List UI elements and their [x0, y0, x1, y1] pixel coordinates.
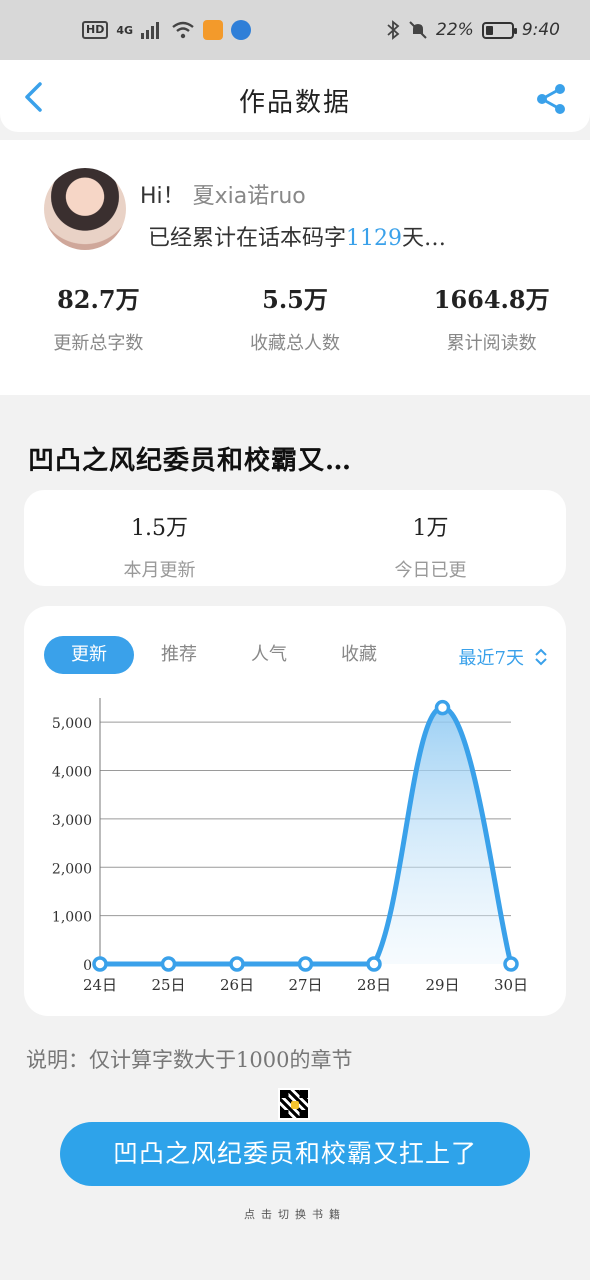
stat-total-words: 82.7万 更新总字数	[0, 280, 197, 355]
x-tick-label: 25日	[151, 976, 185, 994]
chart-card: 更新 推荐 人气 收藏 最近7天 0 1,000 2,000 3,000 4,000 5,…	[24, 606, 566, 1016]
mute-bell-icon	[409, 21, 427, 39]
range-select[interactable]: 最近7天	[459, 644, 548, 670]
greeting: Hi！ 夏xia诺ruo	[140, 178, 306, 210]
tab-favorites[interactable]: 收藏	[314, 636, 404, 674]
x-tick-label: 24日	[83, 976, 117, 994]
x-tick-label: 30日	[494, 976, 528, 994]
stat-label: 累计阅读数	[446, 333, 537, 354]
wifi-icon	[172, 21, 194, 39]
data-point	[366, 956, 382, 972]
app-notification-icon-2	[231, 20, 252, 40]
note: 说明：仅计算字数大于1000的章节	[26, 1048, 353, 1072]
y-tick-label: 4,000	[52, 765, 92, 781]
month-stats-card: 1.5万 本月更新 1万 今日已更	[24, 490, 566, 586]
status-left: HD 4G	[82, 20, 252, 40]
stat-label: 更新总字数	[53, 333, 144, 354]
bottom-hint: 点击切换书籍	[244, 1208, 346, 1220]
chart-tabs: 更新 推荐 人气 收藏	[44, 636, 404, 674]
days-value: 1129	[346, 226, 403, 251]
data-point	[229, 956, 245, 972]
y-tick-label: 0	[83, 958, 92, 974]
x-tick-label: 26日	[220, 976, 254, 994]
data-point	[92, 956, 108, 972]
header: 作品数据	[0, 60, 590, 132]
days-suffix: 天…	[402, 226, 447, 251]
y-tick-label: 3,000	[52, 813, 92, 829]
battery-percent: 22%	[436, 20, 474, 40]
x-tick-label: 29日	[425, 976, 459, 994]
data-point	[160, 956, 177, 972]
stat-label: 收藏总人数	[250, 333, 340, 354]
data-point	[297, 956, 314, 972]
avatar[interactable]	[44, 168, 126, 250]
stat-value: 82.7万	[57, 285, 140, 314]
mstat-value: 1.5万	[131, 516, 188, 541]
tab-updates[interactable]: 更新	[44, 636, 134, 674]
book-title[interactable]: 凹凸之风纪委员和校霸又…	[28, 440, 352, 477]
line-chart: 0 1,000 2,000 3,000 4,000 5,000 24日 25日 26日 27日 28…	[52, 698, 528, 994]
author-name: 夏xia诺ruo	[192, 184, 306, 209]
qr-code-icon[interactable]	[278, 1088, 310, 1120]
tab-recommend[interactable]: 推荐	[134, 636, 224, 674]
status-right: 22% 9:40	[386, 20, 560, 40]
stat-value: 5.5万	[262, 285, 328, 314]
updown-chevron-icon	[535, 648, 547, 666]
bluetooth-icon	[387, 20, 400, 40]
stats-row: 82.7万 更新总字数 5.5万 收藏总人数 1664.8万 累计阅读数	[0, 280, 590, 355]
status-bar: HD 4G 22% 9:40	[0, 0, 590, 60]
profile-card: Hi！ 夏xia诺ruo 已经累计在话本码字1129天… 82.7万 更新总字数 …	[0, 140, 590, 395]
book-switch-button[interactable]: 凹凸之风纪委员和校霸又扛上了	[60, 1122, 530, 1186]
hd-badge: HD	[82, 21, 109, 39]
stat-total-reads: 1664.8万 累计阅读数	[393, 280, 590, 355]
data-point	[503, 956, 519, 972]
y-tick-label: 1,000	[52, 910, 92, 926]
data-point	[434, 699, 451, 716]
tab-popularity[interactable]: 人气	[224, 636, 314, 674]
greeting-hi: Hi！	[140, 184, 185, 209]
y-tick-label: 5,000	[52, 716, 92, 732]
mstat-label: 本月更新	[123, 560, 196, 581]
share-icon[interactable]	[534, 82, 568, 116]
clock: 9:40	[521, 20, 560, 40]
network-label: 4G	[116, 23, 134, 37]
stat-total-favorites: 5.5万 收藏总人数	[197, 280, 394, 355]
today-updates: 1万 今日已更	[295, 490, 566, 586]
battery-icon	[481, 21, 517, 39]
stat-value: 1664.8万	[433, 285, 550, 314]
y-tick-label: 2,000	[52, 861, 92, 877]
days-prefix: 已经累计在话本码字	[148, 226, 347, 251]
writing-days: 已经累计在话本码字1129天…	[148, 220, 446, 252]
month-updates: 1.5万 本月更新	[24, 490, 295, 586]
mstat-label: 今日已更	[394, 560, 467, 581]
mstat-value: 1万	[412, 516, 449, 541]
area-fill	[100, 707, 511, 964]
app-notification-icon	[203, 20, 224, 40]
x-tick-label: 28日	[357, 976, 391, 994]
signal-icon	[141, 22, 160, 39]
x-tick-label: 27日	[288, 976, 322, 994]
page-title: 作品数据	[238, 88, 351, 118]
range-label: 最近7天	[458, 648, 524, 669]
